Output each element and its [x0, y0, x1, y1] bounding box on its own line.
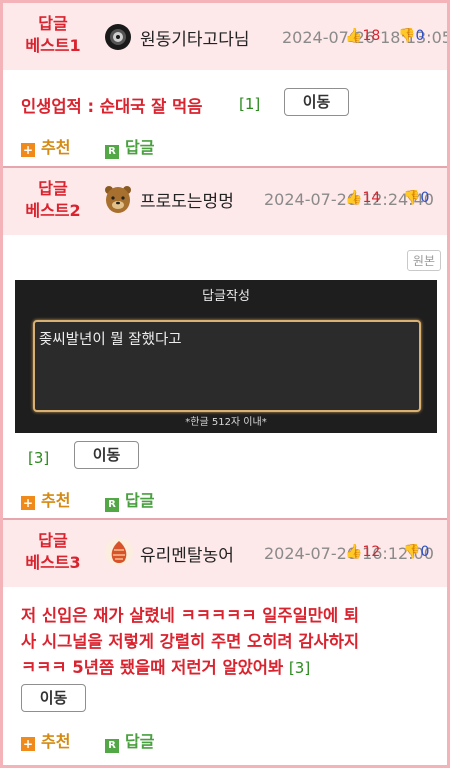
downvote[interactable]: 👎0	[398, 28, 424, 44]
thumb-up-icon: 👍	[345, 28, 363, 44]
upvote[interactable]: 👍14	[345, 190, 380, 206]
post-text: 인생업적 : 순대국 잘 먹음	[21, 97, 203, 116]
upvote[interactable]: 👍12	[345, 544, 380, 560]
best-badge-1: 답글 베스트1	[13, 13, 93, 57]
recommend-label: 추천	[41, 491, 71, 510]
post-2-header: 답글 베스트2 프로도는멍멍 2024-07-26 12:24:40 👍14 👎…	[3, 168, 447, 235]
post-3-header: 답글 베스트3 유리멘탈농어 2024-07-26 16:12:00 👍12 👎…	[3, 520, 447, 587]
badge-line1: 답글	[38, 14, 68, 33]
recommend-button[interactable]: + 추천	[21, 728, 70, 752]
bear-avatar-icon	[105, 186, 131, 213]
recommend-button[interactable]: + 추천	[21, 134, 70, 158]
upvote-count: 18	[362, 28, 381, 44]
upvote-count: 14	[362, 190, 381, 206]
recommend-label: 추천	[41, 732, 71, 751]
best-badge-2: 답글 베스트2	[13, 178, 93, 222]
reply-label: 답글	[125, 491, 155, 510]
post-text-line: 사 시그널을 저렇게 강렬히 주면 오히려 감사하지	[21, 632, 360, 651]
reply-icon: R	[105, 739, 119, 753]
thumb-down-icon: 👎	[403, 190, 421, 206]
thumb-up-icon: 👍	[345, 544, 363, 560]
attached-image: 답글작성 좆씨발년이 뭘 잘했다고 *한글 512자 이내*	[15, 280, 437, 433]
badge-line1: 답글	[38, 531, 68, 550]
thumb-down-icon: 👎	[398, 28, 416, 44]
nickname[interactable]: 유리멘탈농어	[140, 541, 234, 566]
comment-count: [3]	[28, 449, 50, 467]
image-input-text: 좆씨발년이 뭘 잘했다고	[39, 332, 182, 348]
nickname[interactable]: 원동기타고다님	[140, 25, 249, 50]
original-image-button[interactable]: 원본	[406, 250, 441, 271]
badge-line2: 베스트2	[25, 201, 81, 220]
post-text-line: 저 신입은 재가 살렸네 ㅋㅋㅋㅋㅋ 일주일만에 퇴	[21, 606, 360, 625]
thumb-up-icon: 👍	[345, 190, 363, 206]
thumb-down-icon: 👎	[403, 544, 421, 560]
reply-button[interactable]: R 답글	[105, 134, 154, 159]
recommend-button[interactable]: + 추천	[21, 487, 70, 511]
comment-count: [3]	[288, 659, 311, 677]
reply-icon: R	[105, 498, 119, 512]
badge-line2: 베스트1	[25, 36, 81, 55]
wheel-avatar-icon	[105, 24, 131, 50]
post-text: 저 신입은 재가 살렸네 ㅋㅋㅋㅋㅋ 일주일만에 퇴 사 시그널을 저렇게 강렬…	[21, 603, 359, 681]
downvote[interactable]: 👎0	[403, 190, 429, 206]
badge-line1: 답글	[38, 179, 68, 198]
downvote-count: 0	[415, 28, 425, 44]
image-caption: *한글 512자 이내*	[185, 417, 267, 428]
best-badge-3: 답글 베스트3	[13, 530, 93, 574]
pinecone-avatar-icon	[105, 538, 133, 566]
reply-best-list: 답글 베스트1 원동기타고다님 2024-07-26 18:13:05 👍18 …	[0, 0, 450, 768]
nickname[interactable]: 프로도는멍멍	[140, 187, 234, 212]
downvote[interactable]: 👎0	[403, 544, 429, 560]
image-input-box: 좆씨발년이 뭘 잘했다고	[33, 320, 421, 412]
upvote[interactable]: 👍18	[345, 28, 380, 44]
badge-line2: 베스트3	[25, 553, 81, 572]
reply-button[interactable]: R 답글	[105, 728, 154, 753]
plus-icon: +	[21, 496, 35, 510]
downvote-count: 0	[420, 190, 430, 206]
reply-button[interactable]: R 답글	[105, 487, 154, 512]
image-title: 답글작성	[202, 289, 250, 304]
reply-label: 답글	[125, 732, 155, 751]
recommend-label: 추천	[41, 138, 71, 157]
plus-icon: +	[21, 143, 35, 157]
reply-icon: R	[105, 145, 119, 159]
comment-count: [1]	[239, 95, 261, 113]
reply-label: 답글	[125, 138, 155, 157]
plus-icon: +	[21, 737, 35, 751]
post-text-line: ㅋㅋㅋ 5년쯤 됐을때 저런거 알았어봐	[21, 658, 284, 677]
downvote-count: 0	[420, 544, 430, 560]
post-1-header: 답글 베스트1 원동기타고다님 2024-07-26 18:13:05 👍18 …	[3, 3, 447, 70]
move-button[interactable]: 이동	[74, 441, 139, 469]
move-button[interactable]: 이동	[284, 88, 349, 116]
move-button[interactable]: 이동	[21, 684, 86, 712]
upvote-count: 12	[362, 544, 381, 560]
